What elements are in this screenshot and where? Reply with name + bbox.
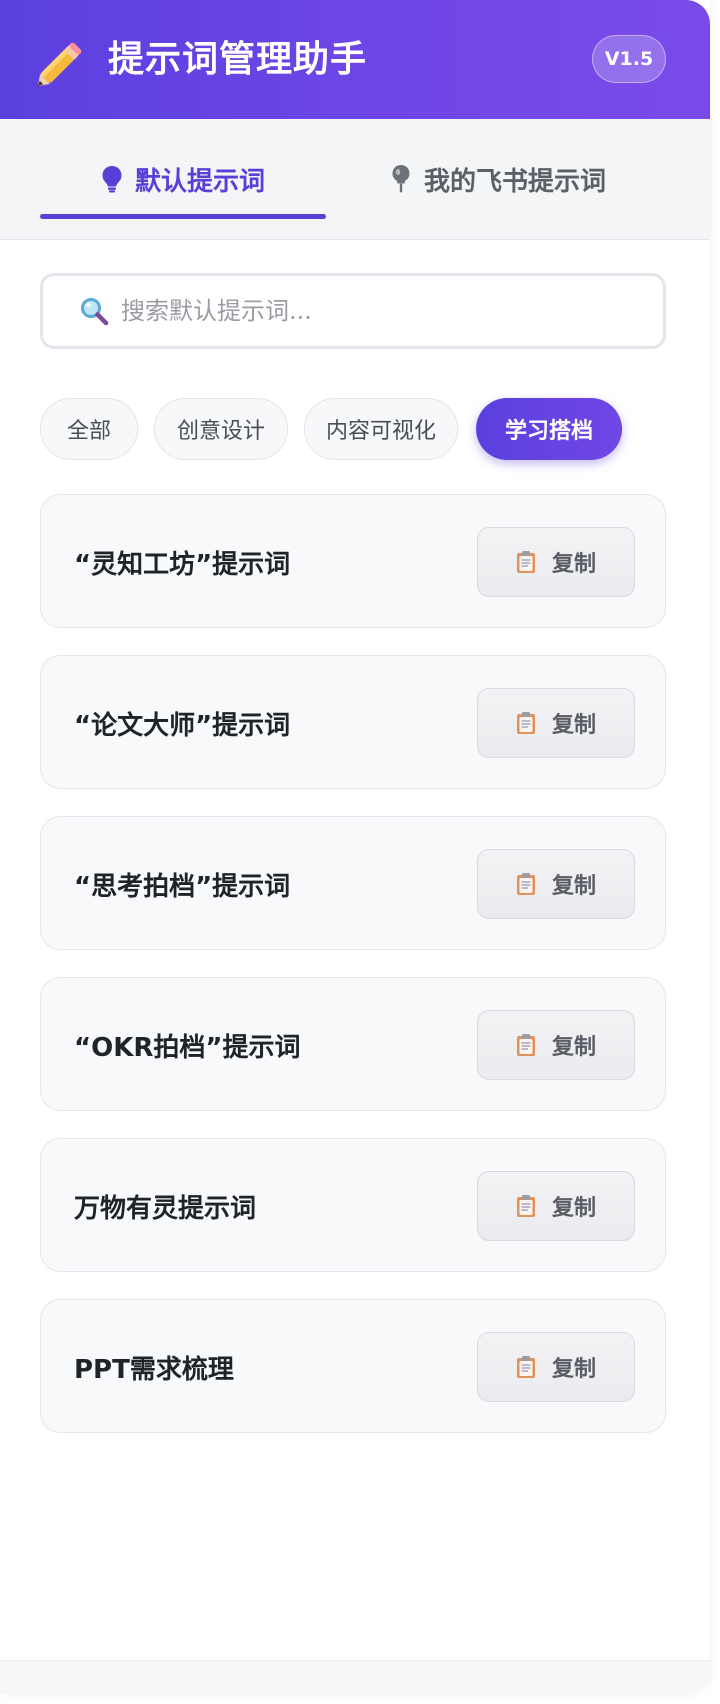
copy-button-label: 复制	[551, 1357, 596, 1382]
search-icon	[79, 296, 109, 326]
copy-button[interactable]: 复制	[477, 1332, 635, 1402]
tab-default-prompts[interactable]: 默认提示词	[40, 119, 326, 239]
filter-chip-learning-partner[interactable]: 学习搭档	[476, 398, 622, 460]
copy-button-label: 复制	[551, 874, 596, 899]
search-input[interactable]	[119, 296, 603, 326]
pencil-icon	[34, 34, 90, 90]
search-box	[40, 273, 666, 349]
clipboard-icon	[516, 711, 536, 735]
tab-bar: 默认提示词 我的飞书提示词	[0, 119, 710, 240]
version-badge: V1.5	[592, 35, 666, 83]
copy-button-label: 复制	[551, 713, 596, 738]
prompt-title: “OKR拍档”提示词	[74, 1032, 301, 1063]
filter-chip-all[interactable]: 全部	[40, 398, 138, 460]
filter-chip-content-visualization[interactable]: 内容可视化	[304, 398, 458, 460]
prompt-title: 万物有灵提示词	[74, 1193, 257, 1224]
clipboard-icon	[516, 550, 536, 574]
copy-button-label: 复制	[551, 1035, 596, 1060]
copy-button[interactable]: 复制	[477, 1010, 635, 1080]
copy-button[interactable]: 复制	[477, 527, 635, 597]
prompt-card: 万物有灵提示词 复制	[40, 1138, 666, 1272]
active-tab-indicator	[40, 214, 326, 219]
clipboard-icon	[516, 1033, 536, 1057]
prompt-title: “论文大师”提示词	[74, 710, 291, 741]
tab-default-prompts-label: 默认提示词	[134, 166, 265, 197]
clipboard-icon	[516, 1194, 536, 1218]
prompt-card: “思考拍档”提示词 复制	[40, 816, 666, 950]
prompt-title: “灵知工坊”提示词	[74, 549, 291, 580]
prompt-card: “论文大师”提示词 复制	[40, 655, 666, 789]
clipboard-icon	[516, 872, 536, 896]
copy-button-label: 复制	[551, 1196, 596, 1221]
copy-button[interactable]: 复制	[477, 688, 635, 758]
prompt-manager-panel: 提示词管理助手 V1.5 默认提示词 我的飞书提示词 搜索默认提示词... 全部…	[0, 0, 710, 1694]
copy-button[interactable]: 复制	[477, 849, 635, 919]
tab-my-feishu-prompts-label: 我的飞书提示词	[423, 166, 606, 197]
prompt-title: PPT需求梳理	[74, 1354, 234, 1385]
clipboard-icon	[516, 1355, 536, 1379]
filter-chip-creative-design[interactable]: 创意设计	[154, 398, 288, 460]
copy-button-label: 复制	[551, 552, 596, 577]
page: 提示词管理助手 V1.5 默认提示词 我的飞书提示词 搜索默认提示词... 全部…	[0, 0, 720, 1704]
tab-my-feishu-prompts[interactable]: 我的飞书提示词	[326, 119, 670, 239]
footer-bar	[0, 1660, 710, 1694]
app-title: 提示词管理助手	[108, 39, 368, 80]
prompt-card: PPT需求梳理 复制	[40, 1299, 666, 1433]
prompt-card: “灵知工坊”提示词 复制	[40, 494, 666, 628]
prompt-title: “思考拍档”提示词	[74, 871, 291, 902]
lightbulb-icon	[101, 165, 123, 193]
app-header: 提示词管理助手 V1.5	[0, 0, 710, 119]
prompt-card: “OKR拍档”提示词 复制	[40, 977, 666, 1111]
pin-icon	[390, 164, 412, 194]
copy-button[interactable]: 复制	[477, 1171, 635, 1241]
